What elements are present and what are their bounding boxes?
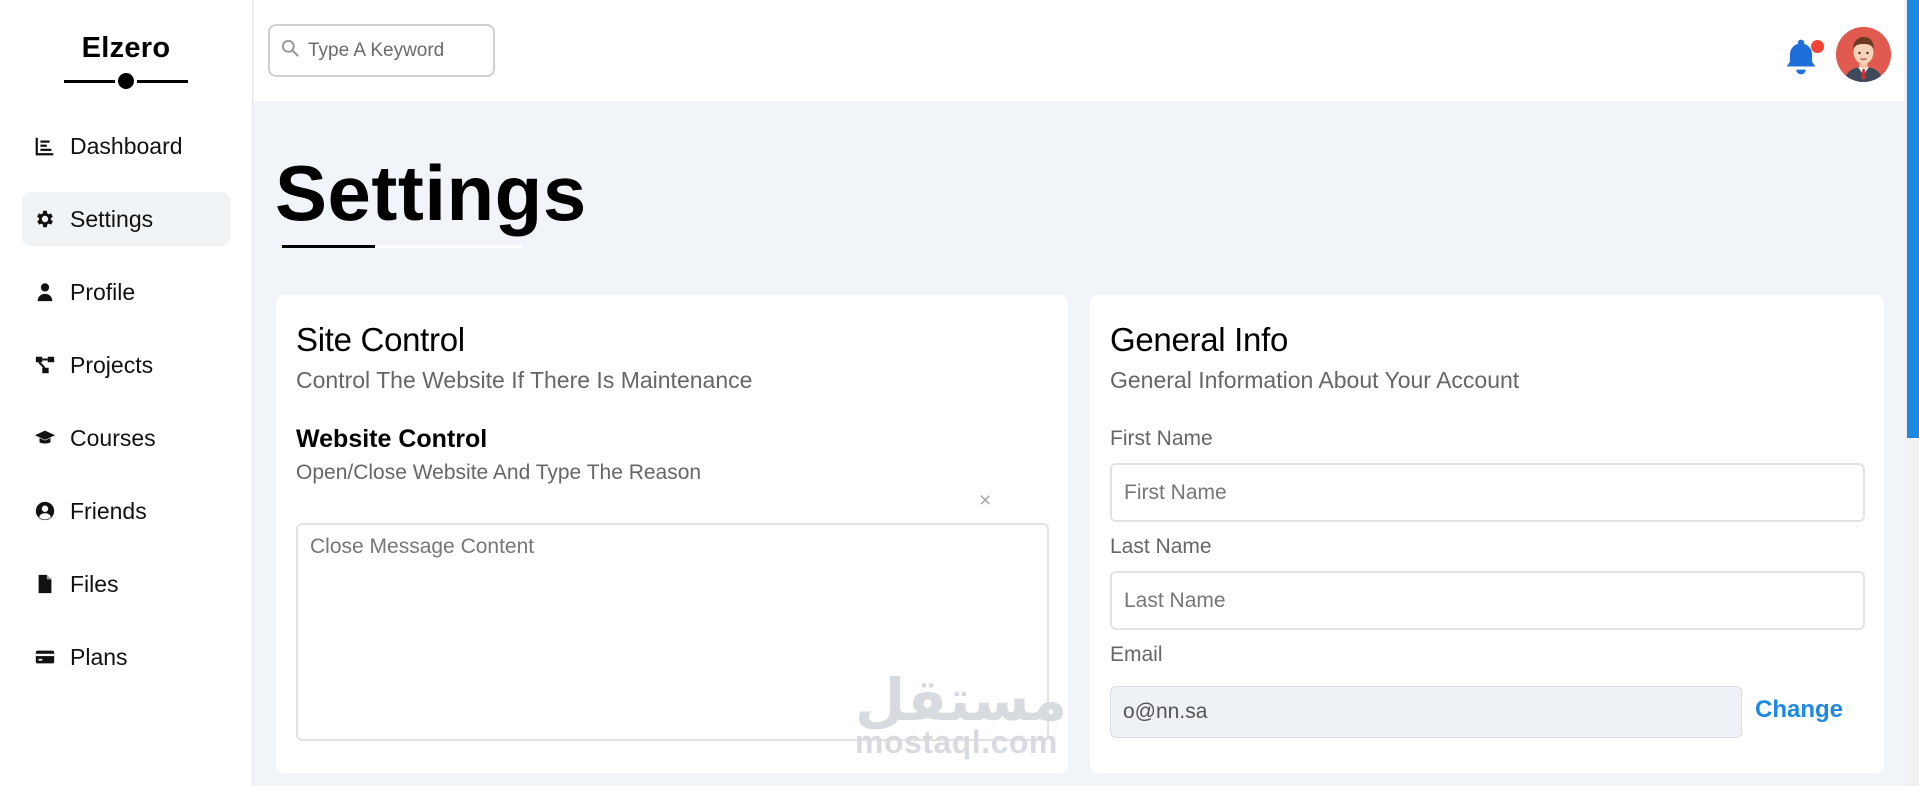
search-box[interactable] — [268, 24, 495, 77]
search-input[interactable] — [308, 39, 488, 62]
credit-card-icon — [34, 646, 56, 668]
site-control-title: Site Control — [296, 321, 465, 358]
file-icon — [34, 573, 56, 595]
sidebar: Elzero Dashboard Settings Profile Projec… — [0, 0, 253, 786]
top-header — [254, 0, 1904, 101]
sidebar-item-projects[interactable]: Projects — [22, 338, 230, 392]
sidebar-item-label: Dashboard — [70, 132, 183, 159]
page-title-underline — [282, 245, 522, 248]
sidebar-nav: Dashboard Settings Profile Projects Cour… — [0, 119, 252, 684]
first-name-label: First Name — [1110, 427, 1213, 450]
sidebar-item-files[interactable]: Files — [22, 557, 230, 611]
sidebar-item-label: Settings — [70, 205, 154, 232]
chart-bar-icon — [34, 135, 56, 157]
general-info-subtitle: General Information About Your Account — [1110, 367, 1520, 393]
sidebar-item-label: Plans — [70, 643, 128, 670]
watermark-latin: mostaql.com — [855, 724, 1058, 760]
website-control-title: Website Control — [296, 425, 488, 453]
general-info-card: General Info General Information About Y… — [1090, 295, 1884, 773]
change-email-link[interactable]: Change — [1755, 696, 1843, 724]
sidebar-item-friends[interactable]: Friends — [22, 484, 230, 538]
user-icon — [34, 281, 56, 303]
brand-logo[interactable]: Elzero — [0, 32, 252, 65]
sidebar-item-label: Friends — [70, 497, 147, 524]
close-icon[interactable]: × — [979, 489, 991, 513]
brand-underline — [64, 70, 188, 92]
general-info-title: General Info — [1110, 321, 1289, 358]
sidebar-item-profile[interactable]: Profile — [22, 265, 230, 319]
last-name-label: Last Name — [1110, 535, 1212, 558]
email-field[interactable]: o@nn.sa — [1110, 686, 1742, 738]
watermark-arabic: مستقل — [855, 668, 1068, 733]
sidebar-item-settings[interactable]: Settings — [22, 192, 230, 246]
sidebar-item-label: Projects — [70, 351, 154, 378]
page-scrollbar-thumb[interactable] — [1907, 0, 1919, 438]
gear-icon — [34, 208, 56, 230]
sidebar-item-label: Courses — [70, 424, 156, 451]
page-title: Settings — [275, 149, 587, 237]
user-circle-icon — [34, 500, 56, 522]
sidebar-item-label: Files — [70, 570, 119, 597]
site-control-subtitle: Control The Website If There Is Maintena… — [296, 367, 753, 393]
sidebar-item-dashboard[interactable]: Dashboard — [22, 119, 230, 173]
avatar-icon[interactable] — [1836, 27, 1891, 82]
search-icon — [280, 38, 300, 63]
notification-badge — [1811, 40, 1824, 53]
sidebar-item-courses[interactable]: Courses — [22, 411, 230, 465]
diagram-project-icon — [34, 354, 56, 376]
sidebar-item-label: Profile — [70, 278, 136, 305]
mostaql-watermark: مستقل mostaql.com — [855, 672, 1067, 761]
sidebar-item-plans[interactable]: Plans — [22, 630, 230, 684]
website-control-subtitle: Open/Close Website And Type The Reason — [296, 461, 702, 484]
graduation-cap-icon — [34, 427, 56, 449]
first-name-field[interactable] — [1110, 463, 1865, 522]
email-label: Email — [1110, 643, 1163, 666]
last-name-field[interactable] — [1110, 571, 1865, 630]
